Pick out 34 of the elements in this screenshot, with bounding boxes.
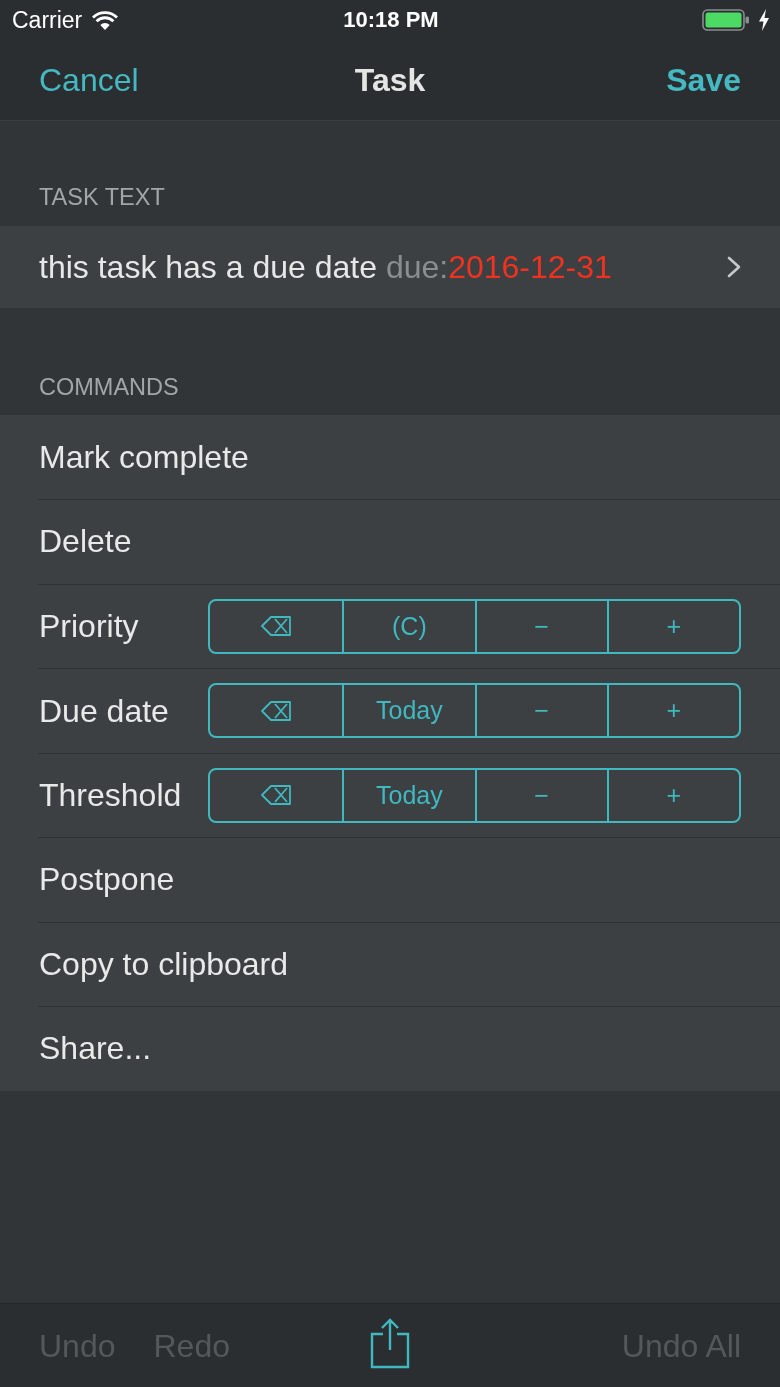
segment-button[interactable]: − [474,600,607,652]
carrier-label: Carrier [12,7,83,33]
section-header: TASK TEXT [39,183,165,211]
command-item[interactable]: Mark complete [38,415,780,499]
command-item[interactable]: Copy to clipboard [38,921,780,1006]
segment-button[interactable]: (C) [342,600,475,652]
backspace-icon [261,700,292,721]
save-button[interactable]: Save [666,61,741,99]
segment-button[interactable]: − [474,685,607,737]
command-item[interactable]: Share... [38,1006,780,1091]
chevron-right-icon [727,256,741,278]
segment-button[interactable]: + [606,600,739,652]
lightning-bolt-icon [758,9,770,31]
wifi-icon [92,10,119,30]
segment-button[interactable]: + [606,769,739,821]
cancel-button[interactable]: Cancel [39,61,139,99]
backspace-icon [261,785,292,806]
task-text: this task has a due date due:2016-12-31 [39,248,612,286]
command-label: Due date [38,691,170,730]
battery-icon [702,9,750,31]
segment-button[interactable]: Today [342,769,475,821]
section-header: COMMANDS [39,373,179,401]
segment-button[interactable]: + [606,685,739,737]
navigation-title: Task [354,61,426,99]
command-item[interactable]: Postpone [38,837,780,922]
task-text-row[interactable]: this task has a due date due:2016-12-31 [0,226,780,308]
time-label: 10:18 PM [343,7,439,33]
backspace-icon [261,616,292,637]
command-label: Priority [38,607,140,646]
segment-button[interactable]: Today [342,685,475,737]
command-item[interactable]: Delete [38,499,780,584]
command-label: Threshold [38,776,183,815]
segment-button[interactable]: − [474,769,607,821]
share-icon[interactable] [370,1316,410,1369]
